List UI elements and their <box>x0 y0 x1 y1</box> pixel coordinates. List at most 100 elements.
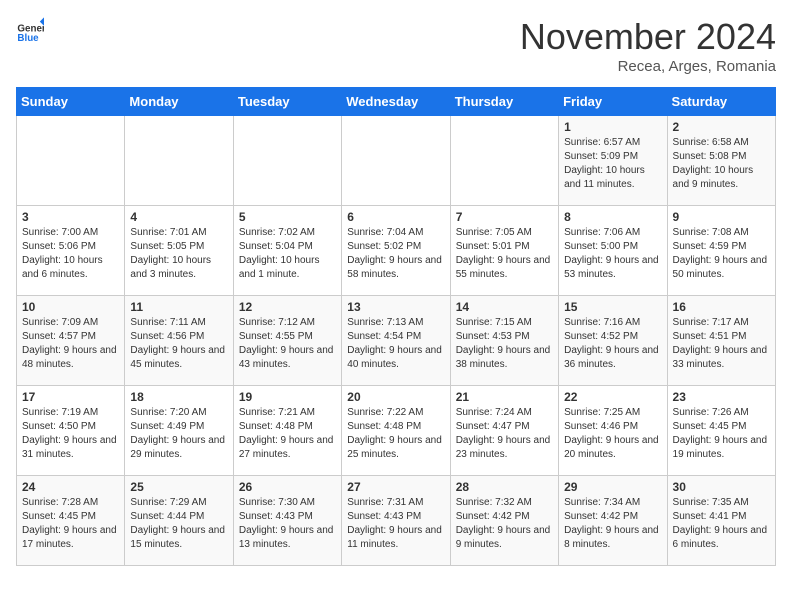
day-info: Sunrise: 7:30 AMSunset: 4:43 PMDaylight:… <box>239 496 336 552</box>
day-number: 8 <box>564 210 661 224</box>
day-cell-w0-d4 <box>450 116 558 206</box>
day-number: 24 <box>22 480 119 494</box>
day-cell-w4-d2: 26 Sunrise: 7:30 AMSunset: 4:43 PMDayligh… <box>233 476 341 566</box>
day-info: Sunrise: 7:12 AMSunset: 4:55 PMDaylight:… <box>239 316 336 372</box>
svg-text:Blue: Blue <box>17 33 39 44</box>
day-info: Sunrise: 7:34 AMSunset: 4:42 PMDaylight:… <box>564 496 661 552</box>
week-row-4: 24Sunrise: 7:28 AMSunset: 4:45 PMDayligh… <box>17 476 776 566</box>
day-number: 27 <box>347 480 444 494</box>
day-cell-w1-d2: 5 Sunrise: 7:02 AMSunset: 5:04 PMDaylight… <box>233 206 341 296</box>
day-number: 22 <box>564 390 661 404</box>
col-sunday: Sunday <box>17 88 125 116</box>
day-number: 17 <box>22 390 119 404</box>
month-title: November 2024 <box>520 16 776 58</box>
day-number: 5 <box>239 210 336 224</box>
day-cell-w1-d3: 6 Sunrise: 7:04 AMSunset: 5:02 PMDaylight… <box>342 206 450 296</box>
day-cell-w4-d5: 29 Sunrise: 7:34 AMSunset: 4:42 PMDayligh… <box>559 476 667 566</box>
day-cell-w2-d3: 13 Sunrise: 7:13 AMSunset: 4:54 PMDayligh… <box>342 296 450 386</box>
day-cell-w1-d0: 3 Sunrise: 7:00 AMSunset: 5:06 PMDaylight… <box>17 206 125 296</box>
day-cell-w3-d4: 21 Sunrise: 7:24 AMSunset: 4:47 PMDayligh… <box>450 386 558 476</box>
day-number: 25 <box>130 480 227 494</box>
day-info: Sunrise: 7:29 AMSunset: 4:44 PMDaylight:… <box>130 496 227 552</box>
day-cell-w4-d4: 28 Sunrise: 7:32 AMSunset: 4:42 PMDayligh… <box>450 476 558 566</box>
day-number: 15 <box>564 300 661 314</box>
day-number: 21 <box>456 390 553 404</box>
day-cell-w2-d2: 12 Sunrise: 7:12 AMSunset: 4:55 PMDayligh… <box>233 296 341 386</box>
day-cell-w2-d6: 16 Sunrise: 7:17 AMSunset: 4:51 PMDayligh… <box>667 296 775 386</box>
day-number: 6 <box>347 210 444 224</box>
day-cell-w0-d0 <box>17 116 125 206</box>
day-number: 10 <box>22 300 119 314</box>
day-info: Sunrise: 7:13 AMSunset: 4:54 PMDaylight:… <box>347 316 444 372</box>
day-info: Sunrise: 7:06 AMSunset: 5:00 PMDaylight:… <box>564 226 661 282</box>
day-info: Sunrise: 7:21 AMSunset: 4:48 PMDaylight:… <box>239 406 336 462</box>
col-thursday: Thursday <box>450 88 558 116</box>
day-info: Sunrise: 7:22 AMSunset: 4:48 PMDaylight:… <box>347 406 444 462</box>
day-cell-w3-d2: 19Sunrise: 7:21 AMSunset: 4:48 PMDayligh… <box>233 386 341 476</box>
day-cell-w0-d3 <box>342 116 450 206</box>
day-number: 26 <box>239 480 336 494</box>
day-info: Sunrise: 7:15 AMSunset: 4:53 PMDaylight:… <box>456 316 553 372</box>
calendar-table: Sunday Monday Tuesday Wednesday Thursday… <box>16 87 776 566</box>
day-info: Sunrise: 7:11 AMSunset: 4:56 PMDaylight:… <box>130 316 227 372</box>
calendar-body: 1Sunrise: 6:57 AMSunset: 5:09 PMDaylight… <box>17 116 776 566</box>
day-info: Sunrise: 7:31 AMSunset: 4:43 PMDaylight:… <box>347 496 444 552</box>
day-info: Sunrise: 6:58 AMSunset: 5:08 PMDaylight:… <box>673 136 770 192</box>
day-number: 29 <box>564 480 661 494</box>
day-info: Sunrise: 7:17 AMSunset: 4:51 PMDaylight:… <box>673 316 770 372</box>
day-info: Sunrise: 7:05 AMSunset: 5:01 PMDaylight:… <box>456 226 553 282</box>
day-number: 2 <box>673 120 770 134</box>
day-cell-w2-d4: 14 Sunrise: 7:15 AMSunset: 4:53 PMDayligh… <box>450 296 558 386</box>
col-wednesday: Wednesday <box>342 88 450 116</box>
day-cell-w2-d5: 15 Sunrise: 7:16 AMSunset: 4:52 PMDayligh… <box>559 296 667 386</box>
col-friday: Friday <box>559 88 667 116</box>
day-cell-w3-d5: 22 Sunrise: 7:25 AMSunset: 4:46 PMDayligh… <box>559 386 667 476</box>
day-number: 14 <box>456 300 553 314</box>
day-info: Sunrise: 7:00 AMSunset: 5:06 PMDaylight:… <box>22 226 119 282</box>
day-cell-w0-d5: 1Sunrise: 6:57 AMSunset: 5:09 PMDaylight… <box>559 116 667 206</box>
day-info: Sunrise: 7:02 AMSunset: 5:04 PMDaylight:… <box>239 226 336 282</box>
page-header: General Blue November 2024 Recea, Arges,… <box>16 16 776 75</box>
day-info: Sunrise: 7:19 AMSunset: 4:50 PMDaylight:… <box>22 406 119 462</box>
header-row: Sunday Monday Tuesday Wednesday Thursday… <box>17 88 776 116</box>
day-cell-w3-d0: 17 Sunrise: 7:19 AMSunset: 4:50 PMDayligh… <box>17 386 125 476</box>
day-cell-w3-d6: 23 Sunrise: 7:26 AMSunset: 4:45 PMDayligh… <box>667 386 775 476</box>
day-cell-w3-d1: 18Sunrise: 7:20 AMSunset: 4:49 PMDayligh… <box>125 386 233 476</box>
day-cell-w4-d3: 27 Sunrise: 7:31 AMSunset: 4:43 PMDayligh… <box>342 476 450 566</box>
day-cell-w1-d6: 9Sunrise: 7:08 AMSunset: 4:59 PMDaylight… <box>667 206 775 296</box>
day-cell-w0-d2 <box>233 116 341 206</box>
day-info: Sunrise: 7:24 AMSunset: 4:47 PMDaylight:… <box>456 406 553 462</box>
day-info: Sunrise: 7:25 AMSunset: 4:46 PMDaylight:… <box>564 406 661 462</box>
day-cell-w4-d0: 24Sunrise: 7:28 AMSunset: 4:45 PMDayligh… <box>17 476 125 566</box>
day-info: Sunrise: 7:26 AMSunset: 4:45 PMDaylight:… <box>673 406 770 462</box>
day-cell-w4-d1: 25 Sunrise: 7:29 AMSunset: 4:44 PMDayligh… <box>125 476 233 566</box>
day-number: 13 <box>347 300 444 314</box>
day-cell-w1-d5: 8 Sunrise: 7:06 AMSunset: 5:00 PMDaylight… <box>559 206 667 296</box>
logo: General Blue <box>16 16 44 44</box>
day-info: Sunrise: 7:32 AMSunset: 4:42 PMDaylight:… <box>456 496 553 552</box>
day-cell-w2-d0: 10 Sunrise: 7:09 AMSunset: 4:57 PMDayligh… <box>17 296 125 386</box>
day-info: Sunrise: 7:01 AMSunset: 5:05 PMDaylight:… <box>130 226 227 282</box>
day-number: 11 <box>130 300 227 314</box>
day-number: 1 <box>564 120 661 134</box>
day-number: 12 <box>239 300 336 314</box>
logo-icon: General Blue <box>16 16 44 44</box>
day-info: Sunrise: 7:16 AMSunset: 4:52 PMDaylight:… <box>564 316 661 372</box>
week-row-0: 1Sunrise: 6:57 AMSunset: 5:09 PMDaylight… <box>17 116 776 206</box>
day-number: 23 <box>673 390 770 404</box>
day-number: 20 <box>347 390 444 404</box>
day-number: 3 <box>22 210 119 224</box>
day-number: 16 <box>673 300 770 314</box>
day-cell-w0-d1 <box>125 116 233 206</box>
calendar-header: Sunday Monday Tuesday Wednesday Thursday… <box>17 88 776 116</box>
day-cell-w0-d6: 2 Sunrise: 6:58 AMSunset: 5:08 PMDaylight… <box>667 116 775 206</box>
col-saturday: Saturday <box>667 88 775 116</box>
col-tuesday: Tuesday <box>233 88 341 116</box>
day-info: Sunrise: 7:04 AMSunset: 5:02 PMDaylight:… <box>347 226 444 282</box>
day-cell-w1-d1: 4Sunrise: 7:01 AMSunset: 5:05 PMDaylight… <box>125 206 233 296</box>
col-monday: Monday <box>125 88 233 116</box>
day-number: 28 <box>456 480 553 494</box>
week-row-1: 3 Sunrise: 7:00 AMSunset: 5:06 PMDaylight… <box>17 206 776 296</box>
day-info: Sunrise: 7:09 AMSunset: 4:57 PMDaylight:… <box>22 316 119 372</box>
week-row-3: 17 Sunrise: 7:19 AMSunset: 4:50 PMDayligh… <box>17 386 776 476</box>
